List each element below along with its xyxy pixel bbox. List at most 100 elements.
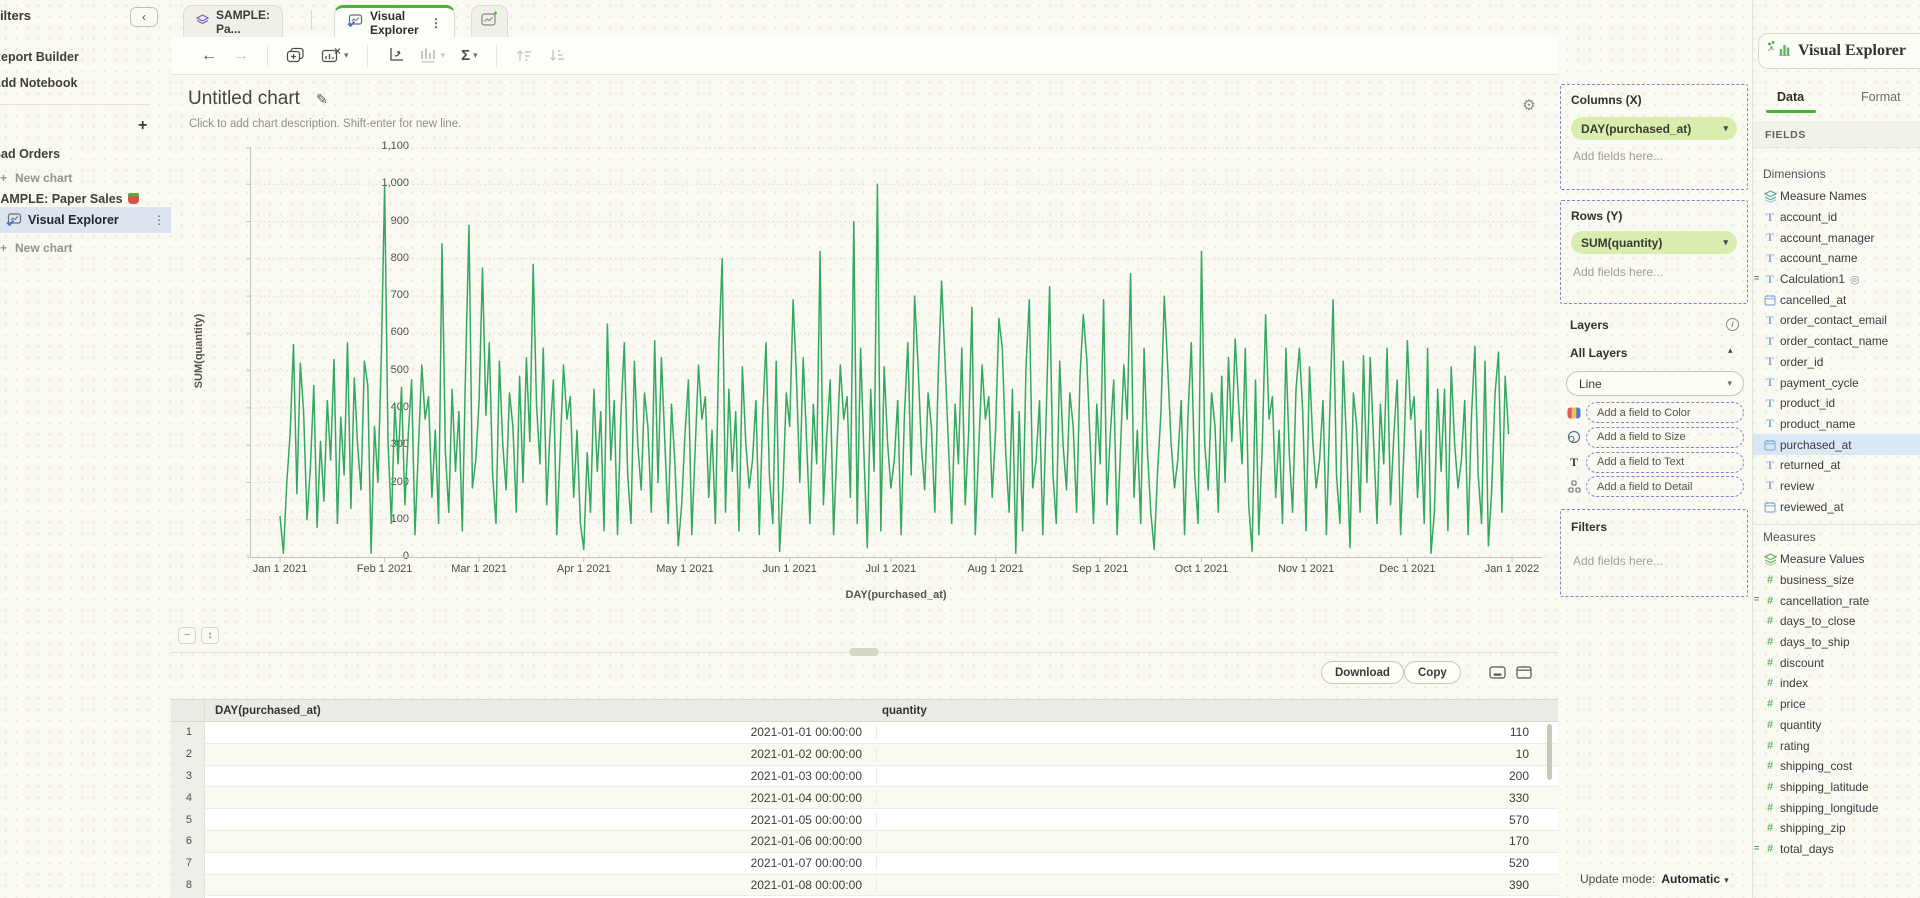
field-item-product-id[interactable]: T product_id	[1753, 393, 1920, 414]
chart-zoom-out-button[interactable]: −	[178, 627, 196, 644]
field-item-business-size[interactable]: # business_size	[1753, 570, 1920, 591]
cell-quantity[interactable]: 330	[877, 791, 1551, 805]
cell-quantity[interactable]: 390	[877, 878, 1551, 892]
chart-title[interactable]: Untitled chart	[188, 88, 300, 110]
field-item-product-name[interactable]: T product_name	[1753, 414, 1920, 435]
cell-quantity[interactable]: 570	[877, 813, 1551, 827]
cell-day-purchased-at[interactable]: 2021-01-01 00:00:00	[205, 725, 877, 739]
swap-axes-button[interactable]	[386, 47, 404, 64]
column-header-quantity[interactable]: quantity	[877, 705, 1551, 717]
splitter-drag-handle[interactable]	[849, 648, 879, 656]
new-chart-tab-button[interactable]	[471, 5, 508, 37]
chart-settings-gear-icon[interactable]: ⚙	[1517, 93, 1541, 117]
rows-shelf[interactable]: Rows (Y) SUM(quantity)▾ Add fields here.…	[1560, 200, 1748, 304]
add-field-to-size-dropzone[interactable]: Add a field to Size	[1586, 427, 1744, 448]
field-item-account-id[interactable]: T account_id	[1753, 207, 1920, 228]
cell-day-purchased-at[interactable]: 2021-01-03 00:00:00	[205, 769, 877, 783]
field-item-days-to-close[interactable]: # days_to_close	[1753, 611, 1920, 632]
sidebar-item-new-chart-2[interactable]: +New chart	[0, 241, 72, 255]
columns-field-pill[interactable]: DAY(purchased_at)▾	[1571, 117, 1737, 140]
sidebar-item-add-notebook[interactable]: Add Notebook	[0, 76, 77, 90]
sidebar-item-new-chart-1[interactable]: +New chart	[0, 171, 72, 185]
redo-button[interactable]: →	[233, 48, 249, 64]
sidebar-item-report-builder[interactable]: Report Builder	[0, 50, 79, 64]
field-item-calculation1[interactable]: = T Calculation1 ◎	[1753, 269, 1920, 290]
add-field-to-text-dropzone[interactable]: Add a field to Text	[1586, 452, 1744, 473]
kebab-icon[interactable]: ⋮	[153, 213, 165, 227]
sidebar-item-bad-orders[interactable]: Bad Orders	[0, 147, 60, 161]
copy-button[interactable]: Copy	[1404, 661, 1461, 684]
edit-title-pencil-icon[interactable]: ✎	[316, 91, 328, 108]
table-row[interactable]: 1 2021-01-01 00:00:00 110	[171, 722, 1558, 744]
field-item-reviewed-at[interactable]: reviewed_at	[1753, 496, 1920, 517]
field-item-order-contact-email[interactable]: T order_contact_email	[1753, 310, 1920, 331]
add-field-to-color-dropzone[interactable]: Add a field to Color	[1586, 402, 1744, 423]
chart-type-button[interactable]: ▾	[420, 47, 446, 64]
duplicate-chart-button[interactable]	[286, 47, 305, 64]
cell-quantity[interactable]: 10	[877, 747, 1551, 761]
field-item-discount[interactable]: # discount	[1753, 652, 1920, 673]
table-row[interactable]: 5 2021-01-05 00:00:00 570	[171, 809, 1558, 831]
field-item-payment-cycle[interactable]: T payment_cycle	[1753, 372, 1920, 393]
field-item-shipping-cost[interactable]: # shipping_cost	[1753, 756, 1920, 777]
add-project-button[interactable]: +	[138, 117, 147, 135]
add-field-to-detail-dropzone[interactable]: Add a field to Detail	[1586, 476, 1744, 497]
tab-sample-paper-sales[interactable]: SAMPLE: Pa...	[183, 5, 283, 37]
sidebar-item-visual-explorer[interactable]: Visual Explorer ⋮	[0, 207, 171, 233]
tab-data[interactable]: Data	[1777, 90, 1804, 104]
all-layers-label[interactable]: All Layers	[1570, 346, 1627, 360]
cell-day-purchased-at[interactable]: 2021-01-02 00:00:00	[205, 747, 877, 761]
table-row[interactable]: 6 2021-01-06 00:00:00 170	[171, 831, 1558, 853]
table-row[interactable]: 8 2021-01-08 00:00:00 390	[171, 875, 1558, 897]
cell-quantity[interactable]: 200	[877, 769, 1551, 783]
delete-chart-button[interactable]: ▾	[321, 47, 349, 64]
sidebar-item-sample-paper-sales[interactable]: SAMPLE: Paper Sales	[0, 192, 139, 206]
field-item-account-name[interactable]: T account_name	[1753, 248, 1920, 269]
field-item-shipping-zip[interactable]: # shipping_zip	[1753, 818, 1920, 839]
tab-kebab-icon[interactable]: ⋮	[430, 16, 442, 30]
visual-explorer-header-button[interactable]: Visual Explorer	[1758, 33, 1920, 69]
table-row[interactable]: 4 2021-01-04 00:00:00 330	[171, 787, 1558, 809]
field-item-days-to-ship[interactable]: # days_to_ship	[1753, 632, 1920, 653]
rows-field-pill[interactable]: SUM(quantity)▾	[1571, 231, 1737, 254]
field-item-order-id[interactable]: T order_id	[1753, 352, 1920, 373]
field-item-shipping-longitude[interactable]: # shipping_longitude	[1753, 797, 1920, 818]
results-table[interactable]: DAY(purchased_at) quantity 1 2021-01-01 …	[171, 699, 1558, 898]
tab-format[interactable]: Format	[1861, 90, 1901, 104]
field-item-returned-at[interactable]: T returned_at	[1753, 455, 1920, 476]
chart-description-placeholder[interactable]: Click to add chart description. Shift-en…	[189, 118, 461, 130]
update-mode-select[interactable]: Automatic	[1661, 872, 1720, 886]
columns-shelf[interactable]: Columns (X) DAY(purchased_at)▾ Add field…	[1560, 84, 1748, 190]
cell-day-purchased-at[interactable]: 2021-01-04 00:00:00	[205, 791, 877, 805]
field-item-order-contact-name[interactable]: T order_contact_name	[1753, 331, 1920, 352]
cell-day-purchased-at[interactable]: 2021-01-08 00:00:00	[205, 878, 877, 892]
line-chart[interactable]	[244, 147, 1543, 565]
cell-quantity[interactable]: 520	[877, 856, 1551, 870]
field-item-shipping-latitude[interactable]: # shipping_latitude	[1753, 777, 1920, 798]
tab-visual-explorer[interactable]: Visual Explorer ⋮	[334, 5, 455, 37]
pill-caret-icon[interactable]: ▾	[1723, 123, 1728, 134]
cell-quantity[interactable]: 170	[877, 834, 1551, 848]
chart-fit-button[interactable]: ↕	[201, 627, 219, 644]
filters-shelf[interactable]: Filters Add fields here...	[1560, 509, 1748, 597]
cell-quantity[interactable]: 110	[877, 725, 1551, 739]
cell-day-purchased-at[interactable]: 2021-01-05 00:00:00	[205, 813, 877, 827]
all-layers-collapse-icon[interactable]: ▴	[1728, 345, 1733, 356]
column-header-day-purchased-at[interactable]: DAY(purchased_at)	[205, 705, 877, 717]
pill-caret-icon[interactable]: ▾	[1723, 237, 1728, 248]
field-item-total-days[interactable]: = # total_days	[1753, 839, 1920, 860]
field-item-measure-names[interactable]: Measure Names	[1753, 186, 1920, 207]
sort-ascending-button[interactable]	[515, 48, 532, 63]
expand-results-icon[interactable]	[1516, 666, 1532, 684]
field-item-measure-values[interactable]: Measure Values	[1753, 549, 1920, 570]
sidebar-collapse-button[interactable]: ‹	[130, 7, 158, 27]
table-row[interactable]: 2 2021-01-02 00:00:00 10	[171, 744, 1558, 766]
table-row[interactable]: 7 2021-01-07 00:00:00 520	[171, 853, 1558, 875]
download-button[interactable]: Download	[1321, 661, 1404, 684]
collapse-results-icon[interactable]	[1489, 666, 1506, 684]
table-row[interactable]: 3 2021-01-03 00:00:00 200	[171, 766, 1558, 788]
cell-day-purchased-at[interactable]: 2021-01-07 00:00:00	[205, 856, 877, 870]
sort-descending-button[interactable]	[548, 48, 565, 63]
field-item-quantity[interactable]: # quantity	[1753, 715, 1920, 736]
aggregate-button[interactable]: Σ▾	[461, 47, 478, 64]
